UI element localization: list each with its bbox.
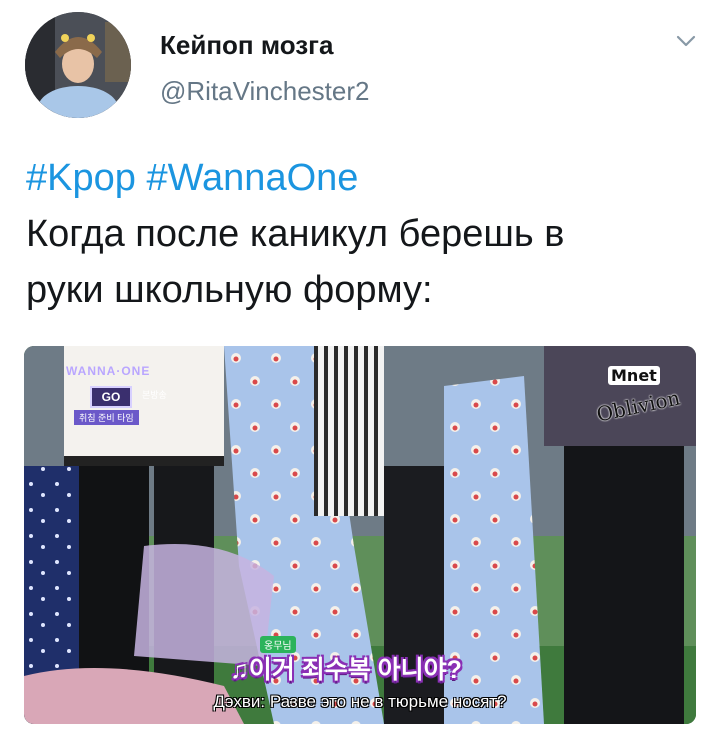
- author-name[interactable]: Кейпоп мозга: [160, 30, 333, 61]
- tweet-media-image[interactable]: WANNA·ONE GO 본방송 취침 준비 타임 Mnet Oblivion …: [24, 346, 696, 724]
- watermark-text: Oblivion: [594, 385, 683, 427]
- avatar[interactable]: [25, 12, 131, 118]
- avatar-photo: [25, 12, 131, 118]
- show-badge: 본방송: [142, 390, 167, 400]
- show-logo: WANNA·ONE GO 본방송 취침 준비 타임: [32, 364, 192, 434]
- tweet-menu-button[interactable]: [671, 28, 701, 54]
- author-handle[interactable]: @RitaVinchester2: [160, 76, 369, 107]
- tweet-card: Кейпоп мозга @RitaVinchester2 #Kpop #Wan…: [0, 0, 720, 734]
- tweet-text-line-1: Когда после каникул берешь в: [26, 213, 565, 255]
- chevron-down-icon: [676, 35, 696, 47]
- tweet-text-line-2: руки школьную форму:: [26, 269, 433, 311]
- tweet-text: #Kpop #WannaOne Когда после каникул бере…: [26, 150, 696, 318]
- caption-russian: Дэхви: Разве это не в тюрьме носят?: [213, 692, 507, 711]
- show-go-label: GO: [90, 386, 132, 408]
- caption-korean: ♫이거 죄수복 아니야?: [230, 656, 462, 684]
- mnet-oblivion-watermark: Mnet Oblivion: [594, 356, 696, 427]
- hashtag-kpop[interactable]: #Kpop: [26, 157, 136, 199]
- show-subtitle: 취침 준비 타임: [74, 410, 139, 425]
- hashtag-wannaone[interactable]: #WannaOne: [146, 157, 358, 199]
- hashtag-line: #Kpop #WannaOne: [26, 150, 696, 206]
- show-title: WANNA·ONE: [66, 364, 151, 378]
- watermark-logo: Mnet: [608, 366, 660, 385]
